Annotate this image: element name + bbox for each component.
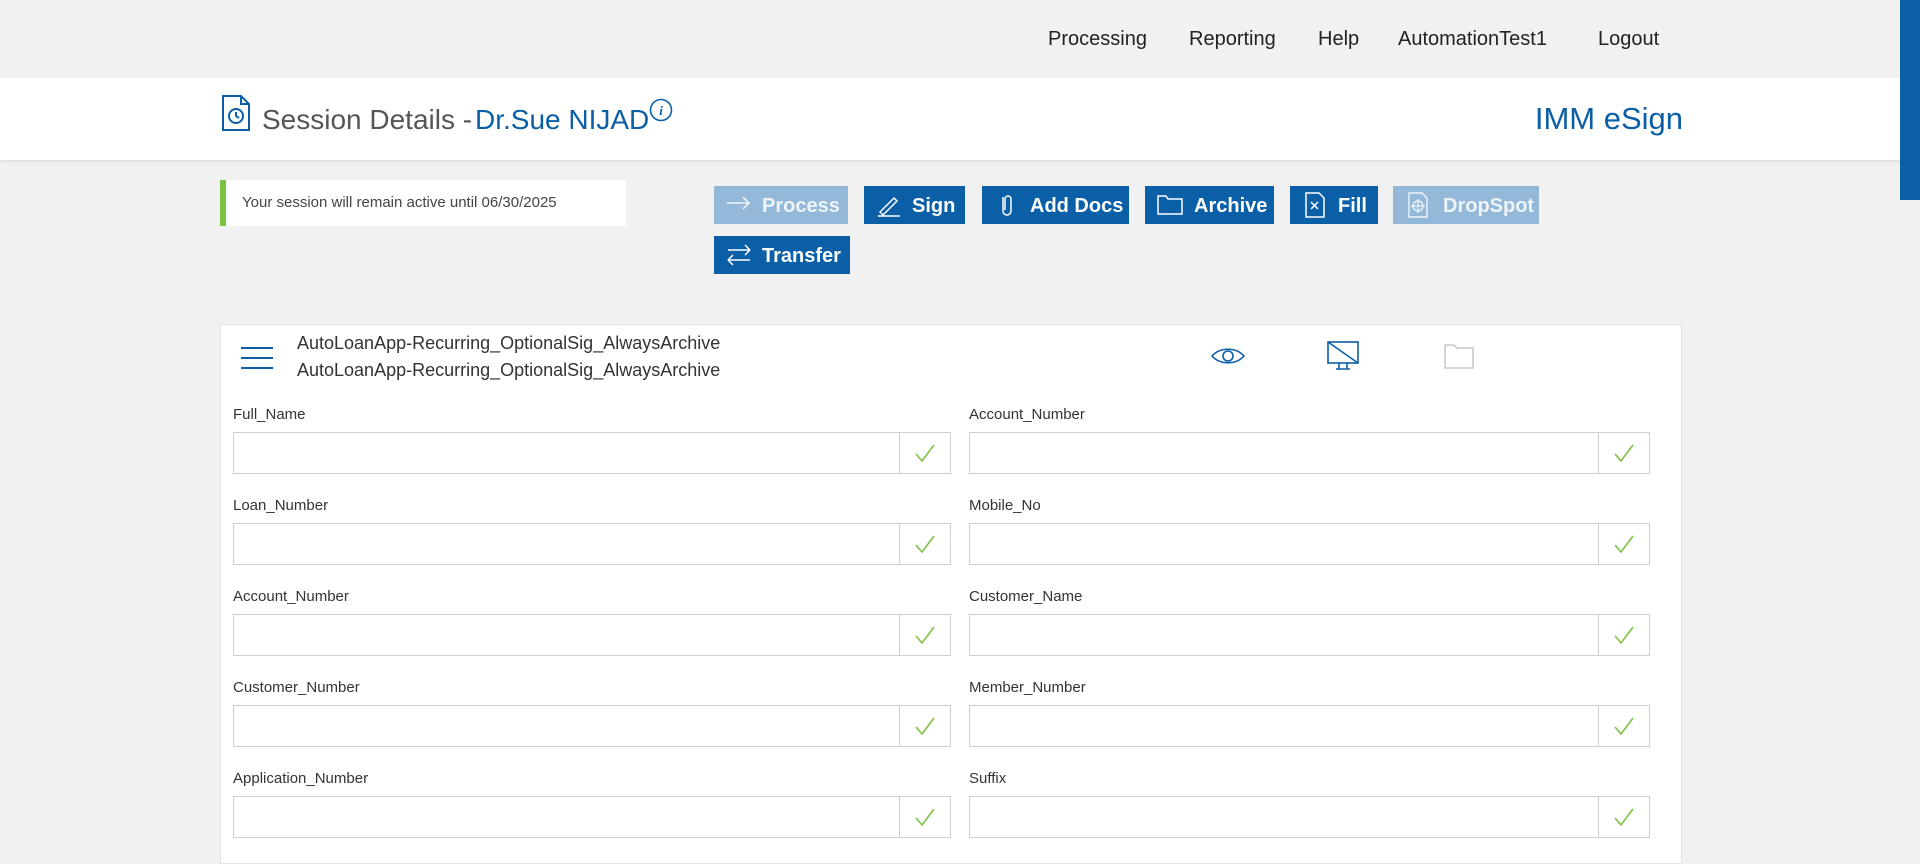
loan-number-confirm[interactable] [899,524,950,564]
field-label-account-number: Account_Number [969,406,1085,423]
application-number-input[interactable] [234,797,900,837]
transfer-arrows-icon [727,244,751,266]
nav-help[interactable]: Help [1318,28,1359,51]
archive-button[interactable]: Archive [1145,186,1274,224]
fill-button[interactable]: Fill [1290,186,1378,224]
crosshair-icon [1408,192,1428,218]
brand-logo: IMM eSign [1534,101,1683,136]
checkmark-icon [1614,444,1634,463]
checkmark-icon [915,717,935,736]
scrollbar-thumb[interactable] [1900,0,1920,200]
suffix-field [969,796,1650,838]
field-label-loan-number: Loan_Number [233,497,329,514]
session-history-icon [222,95,250,131]
nav-reporting[interactable]: Reporting [1189,28,1276,51]
process-button[interactable]: Process [714,186,848,224]
customer-name-input[interactable] [970,615,1599,655]
document-panel: AutoLoanApp-Recurring_OptionalSig_Always… [220,324,1682,864]
svg-text:i: i [659,103,663,118]
application-number-confirm[interactable] [899,797,950,837]
transfer-button[interactable]: Transfer [714,236,850,274]
process-label: Process [762,195,840,217]
account-number-confirm[interactable] [1598,433,1649,473]
member-number-input[interactable] [970,706,1599,746]
field-label-mobile-no: Mobile_No [969,497,1041,514]
top-navigation: Processing Reporting Help AutomationTest… [0,0,1920,78]
full-name-input[interactable] [234,433,900,473]
application-number-field [233,796,951,838]
loan-number-input[interactable] [234,524,900,564]
sign-label: Sign [912,195,956,217]
folder-icon [1157,195,1183,215]
eye-icon[interactable] [1210,339,1246,373]
field-label-account-number-2: Account_Number [233,588,349,605]
account-number-2-confirm[interactable] [899,615,950,655]
field-label-full-name: Full_Name [233,406,306,423]
checkmark-icon [1614,535,1634,554]
add-docs-button[interactable]: Add Docs [982,186,1129,224]
customer-number-field [233,705,951,747]
account-number-2-field [233,614,951,656]
folder-icon[interactable] [1441,339,1477,373]
document-title: AutoLoanApp-Recurring_OptionalSig_Always… [297,333,721,353]
menu-icon[interactable] [241,347,273,371]
signer-name: Dr.Sue NIJAD [475,104,650,135]
field-label-suffix: Suffix [969,770,1007,787]
monitor-off-icon[interactable] [1325,339,1361,373]
archive-label: Archive [1194,195,1268,217]
customer-name-confirm[interactable] [1598,615,1649,655]
arrow-right-icon [727,196,751,210]
dropspot-button[interactable]: DropSpot [1393,186,1539,224]
mobile-no-input[interactable] [970,524,1599,564]
customer-number-confirm[interactable] [899,706,950,746]
checkmark-icon [915,808,935,827]
sign-button[interactable]: Sign [864,186,965,224]
dropspot-label: DropSpot [1443,195,1535,217]
page-header: Session Details - Dr.Sue NIJAD i IMM eSi… [0,78,1920,160]
mobile-no-confirm[interactable] [1598,524,1649,564]
info-icon[interactable]: i [649,98,673,122]
checkmark-icon [1614,626,1634,645]
page-title: Session Details - [262,104,473,135]
session-notice: Your session will remain active until 06… [220,180,626,226]
customer-number-input[interactable] [234,706,900,746]
loan-number-field [233,523,951,565]
account-number-input[interactable] [970,433,1599,473]
fill-document-icon [1305,192,1325,218]
pen-icon [878,196,900,217]
paperclip-icon [1002,195,1012,216]
nav-logout[interactable]: Logout [1598,28,1659,51]
checkmark-icon [1614,717,1634,736]
account-number-2-input[interactable] [234,615,900,655]
suffix-input[interactable] [970,797,1599,837]
add-docs-label: Add Docs [1030,195,1124,217]
field-label-customer-number: Customer_Number [233,679,360,696]
checkmark-icon [915,535,935,554]
account-number-field [969,432,1650,474]
checkmark-icon [915,626,935,645]
mobile-no-field [969,523,1650,565]
fill-label: Fill [1338,195,1367,217]
nav-user[interactable]: AutomationTest1 [1398,28,1547,51]
checkmark-icon [1614,808,1634,827]
field-label-application-number: Application_Number [233,770,369,787]
suffix-confirm[interactable] [1598,797,1649,837]
checkmark-icon [915,444,935,463]
transfer-label: Transfer [762,245,841,267]
document-subtitle: AutoLoanApp-Recurring_OptionalSig_Always… [297,360,721,380]
member-number-field [969,705,1650,747]
field-label-member-number: Member_Number [969,679,1086,696]
member-number-confirm[interactable] [1598,706,1649,746]
full-name-field [233,432,951,474]
field-label-customer-name: Customer_Name [969,588,1083,605]
customer-name-field [969,614,1650,656]
full-name-confirm[interactable] [899,433,950,473]
nav-processing[interactable]: Processing [1048,28,1147,51]
session-notice-text: Your session will remain active until 06… [242,194,557,211]
